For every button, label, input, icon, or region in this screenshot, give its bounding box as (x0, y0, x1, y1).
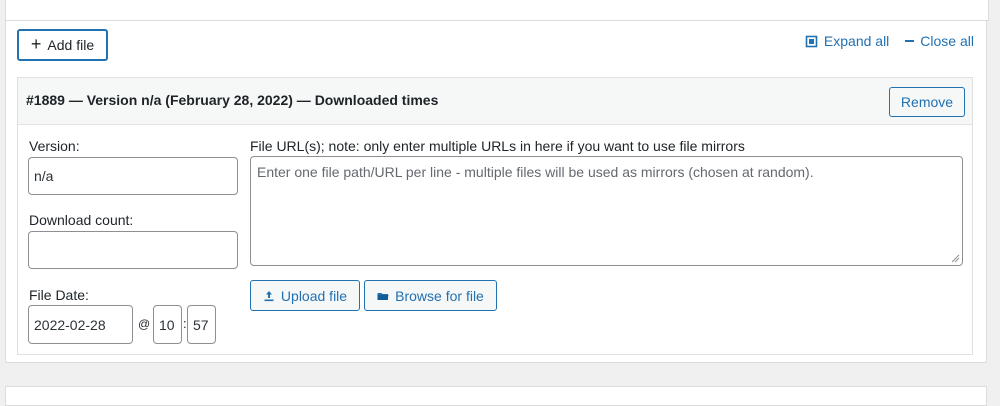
file-urls-label: File URL(s); note: only enter multiple U… (250, 138, 745, 154)
expand-all-label: Expand all (823, 33, 890, 49)
version-value: n/a (34, 168, 54, 184)
upload-icon (264, 290, 274, 301)
version-input[interactable]: n/a (28, 157, 238, 195)
next-panel (5, 386, 987, 406)
resize-grip-icon[interactable] (950, 253, 960, 263)
previous-panel (5, 0, 989, 21)
download-count-input[interactable] (28, 231, 238, 269)
close-all-label: Close all (920, 33, 974, 49)
expand-all-link[interactable]: Expand all (805, 33, 889, 49)
add-file-button[interactable]: + Add file (17, 29, 108, 61)
expand-icon (805, 35, 818, 47)
version-label: Version: (29, 138, 80, 154)
add-file-label: Add file (47, 37, 95, 53)
browse-for-file-label: Browse for file (395, 287, 484, 304)
expand-close-links: Expand all Close all (805, 33, 974, 49)
file-urls-placeholder: Enter one file path/URL per line - multi… (257, 164, 814, 180)
remove-button[interactable]: Remove (889, 87, 965, 117)
plus-icon: + (30, 34, 42, 54)
hour-value: 10 (159, 316, 175, 333)
download-count-label: Download count: (29, 212, 134, 228)
browse-for-file-button[interactable]: Browse for file (364, 280, 497, 311)
at-symbol: @ (138, 317, 151, 331)
upload-file-label: Upload file (280, 287, 348, 304)
minus-icon (905, 40, 915, 42)
hour-input[interactable]: 10 (153, 305, 182, 344)
file-date-label: File Date: (29, 287, 89, 303)
file-entry-title: #1889 — Version n/a (February 28, 2022) … (26, 92, 439, 108)
date-value: 2022-02-28 (34, 316, 106, 333)
file-entry-header[interactable]: #1889 — Version n/a (February 28, 2022) … (18, 78, 972, 125)
upload-file-button[interactable]: Upload file (250, 280, 360, 311)
date-input[interactable]: 2022-02-28 (28, 305, 133, 344)
folder-icon (377, 292, 389, 300)
minute-input[interactable]: 57 (187, 305, 216, 344)
file-urls-textarea[interactable]: Enter one file path/URL per line - multi… (250, 156, 963, 266)
minute-value: 57 (193, 316, 209, 333)
close-all-link[interactable]: Close all (905, 33, 974, 49)
